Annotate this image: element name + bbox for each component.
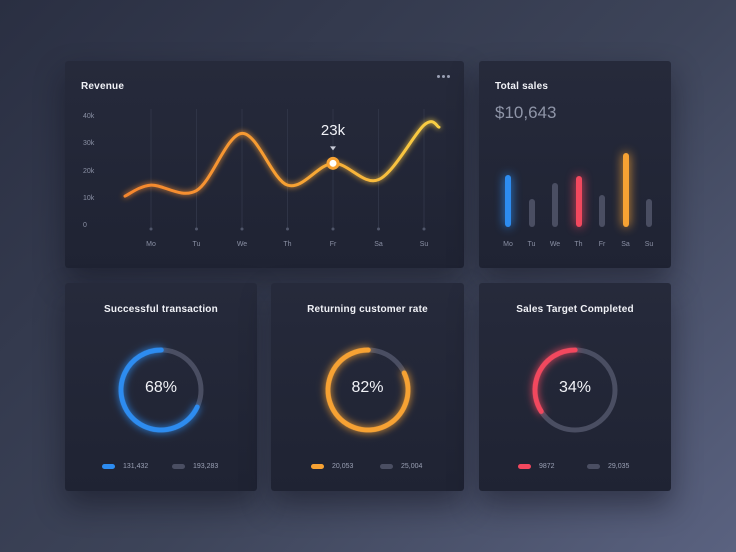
legend-swatch-gray	[587, 464, 600, 469]
legend-value: 20,053	[332, 463, 354, 470]
legend-value: 29,035	[608, 463, 630, 470]
total-sales-value: $10,643	[495, 103, 557, 122]
sales-bar[interactable]	[622, 153, 629, 227]
legend-value: 9872	[539, 463, 555, 470]
revenue-card: Revenue 40k 30k 20k 10k 0 Mo Tu We Th Fr Sa Su 23k	[65, 61, 464, 268]
sales-bar[interactable]	[505, 175, 511, 227]
x-axis-tick-label: Sa	[621, 241, 630, 248]
legend-swatch-red	[518, 464, 531, 469]
legend-item-secondary: 193,283	[172, 463, 218, 470]
legend-item-primary: 131,432	[102, 463, 148, 470]
donut-chart: 82%	[271, 343, 464, 437]
sales-target-completed-card: Sales Target Completed 34% 9872 29,035	[479, 283, 671, 491]
x-axis-tick-label: Mo	[503, 241, 513, 248]
legend-item-primary: 9872	[518, 463, 555, 470]
x-axis-tick-label: We	[549, 241, 561, 248]
sales-bar[interactable]	[646, 198, 652, 227]
revenue-axis-dot	[195, 227, 198, 231]
revenue-axis-dot	[286, 227, 289, 231]
donut-chart: 68%	[65, 343, 257, 437]
sales-bar[interactable]	[575, 176, 582, 227]
legend-value: 193,283	[193, 463, 219, 470]
revenue-axis-dot	[377, 227, 380, 231]
revenue-axis-dot	[240, 227, 244, 231]
donut-title: Returning customer rate	[307, 304, 428, 315]
legend-swatch-orange	[311, 464, 324, 469]
total-sales-title: Total sales	[495, 81, 549, 92]
revenue-highlight-point[interactable]	[326, 156, 340, 170]
legend-swatch-gray	[172, 464, 185, 469]
total-sales-card: Total sales $10,643 Mo Tu We Th Fr Sa Su	[479, 61, 671, 268]
sales-bar[interactable]	[552, 183, 558, 227]
legend-item-secondary: 29,035	[587, 463, 629, 470]
legend-swatch-gray	[380, 464, 393, 469]
donut-percent: 82%	[351, 379, 384, 396]
tooltip-caret-icon	[330, 146, 336, 151]
sales-bar[interactable]	[528, 198, 535, 227]
revenue-axis-dot	[422, 227, 426, 231]
donut-title: Sales Target Completed	[516, 304, 634, 315]
revenue-axis-dot	[149, 227, 153, 231]
returning-customer-rate-card: Returning customer rate 82% 20,053 25,00…	[271, 283, 464, 491]
revenue-tooltip-value: 23k	[320, 122, 346, 140]
legend-swatch-blue	[102, 464, 115, 469]
x-axis-tick-label: Su	[644, 241, 654, 248]
donut-title: Successful transaction	[104, 304, 218, 315]
x-axis-tick-label: Fr	[598, 241, 606, 248]
revenue-series-line	[123, 120, 441, 198]
sales-bar[interactable]	[599, 195, 605, 227]
revenue-line-chart	[123, 109, 441, 231]
donut-percent: 34%	[558, 379, 592, 396]
successful-transaction-card: Successful transaction 68% 131,432 193,2…	[65, 283, 257, 491]
legend-value: 25,004	[401, 463, 423, 470]
x-axis-tick-label: Th	[574, 241, 583, 248]
revenue-axis-dot	[331, 227, 335, 231]
legend-item-secondary: 25,004	[380, 463, 422, 470]
legend-value: 131,432	[123, 463, 149, 470]
legend-item-primary: 20,053	[311, 463, 353, 470]
x-axis-tick-label: Tu	[527, 241, 536, 248]
donut-chart: 34%	[479, 343, 671, 437]
donut-percent: 68%	[144, 379, 178, 396]
